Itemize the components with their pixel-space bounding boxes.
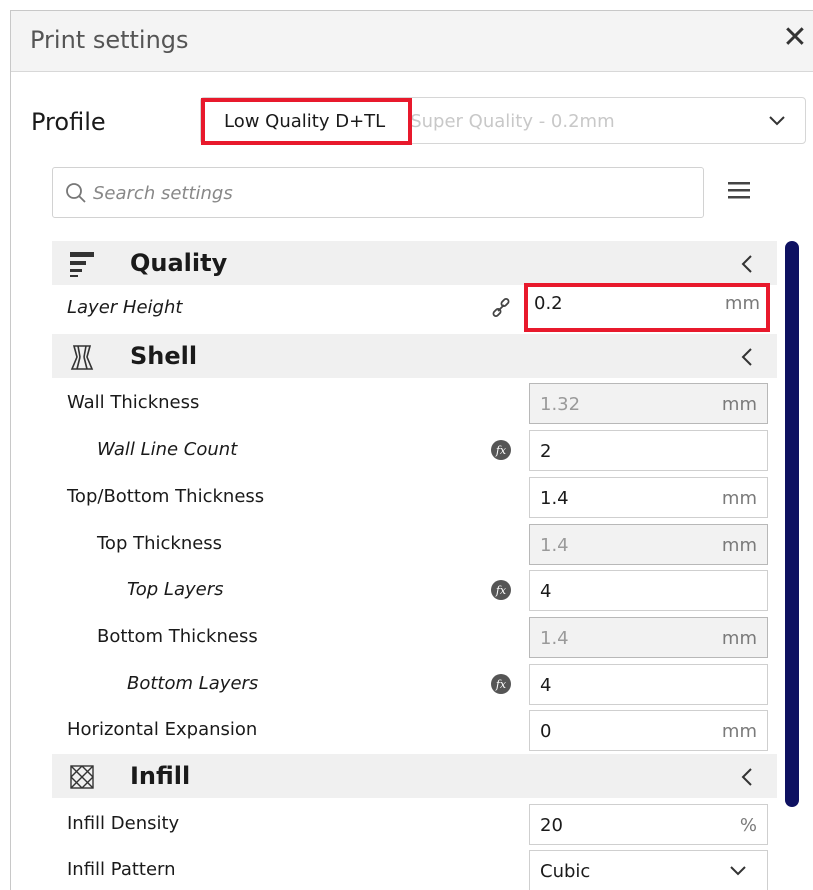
field-value: 2 (540, 441, 552, 462)
profile-dropdown[interactable]: - Super Quality - 0.2mm Low Quality D+TL (200, 97, 806, 145)
bottom-thickness-field[interactable]: 1.4 mm (529, 617, 768, 658)
setting-row-top-thickness: Top Thickness 1.4 mm (52, 521, 777, 568)
infill-pattern-dropdown[interactable]: Cubic (529, 850, 768, 890)
chevron-left-icon (741, 768, 752, 786)
bottom-layers-field[interactable]: 4 (529, 664, 768, 705)
infill-icon (70, 765, 94, 789)
field-value: Cubic (540, 861, 591, 882)
profile-current-name: Low Quality D+TL (201, 98, 412, 145)
field-value: 1.4 (540, 628, 569, 649)
panel-title: Print settings (30, 26, 189, 54)
setting-row-horizontal-expansion: Horizontal Expansion 0 mm (52, 707, 777, 754)
setting-label: Top/Bottom Thickness (67, 486, 265, 507)
chevron-down-icon (730, 866, 746, 876)
svg-text:fx: fx (495, 444, 507, 457)
shell-icon (70, 345, 94, 370)
setting-row-infill-pattern: Infill Pattern Cubic (52, 847, 777, 890)
setting-label: Infill Pattern (67, 859, 176, 880)
horizontal-expansion-field[interactable]: 0 mm (529, 710, 768, 751)
field-value: 20 (540, 815, 563, 836)
chevron-left-icon (741, 255, 752, 273)
infill-density-field[interactable]: 20 % (529, 804, 768, 845)
scrollbar[interactable] (785, 241, 799, 807)
setting-row-bottom-layers: Bottom Layers fx 4 (52, 661, 777, 708)
field-value: 1.32 (540, 394, 581, 415)
category-label: Quality (130, 249, 228, 277)
field-value: 0 (540, 721, 552, 742)
setting-row-bottom-thickness: Bottom Thickness 1.4 mm (52, 614, 777, 661)
setting-label: Infill Density (67, 813, 180, 834)
setting-row-top-layers: Top Layers fx 4 (52, 567, 777, 614)
category-label: Infill (130, 762, 191, 790)
layer-height-field[interactable]: 0.2 mm (524, 283, 770, 332)
chevron-left-icon (741, 348, 752, 366)
field-value: 1.4 (540, 535, 569, 556)
field-value: 4 (540, 581, 552, 602)
field-value: 0.2 (534, 293, 563, 314)
search-box[interactable] (52, 167, 704, 218)
setting-row-wall-thickness: Wall Thickness 1.32 mm (52, 380, 777, 427)
field-value: 1.4 (540, 488, 569, 509)
search-input[interactable] (93, 176, 683, 210)
category-label: Shell (130, 342, 198, 370)
setting-label: Horizontal Expansion (67, 719, 258, 740)
field-unit: % (739, 815, 757, 836)
setting-row-layer-height: Layer Height 0.2 mm (52, 283, 777, 332)
function-icon: fx (491, 580, 511, 600)
category-shell[interactable]: Shell (52, 334, 777, 378)
field-unit: mm (721, 394, 757, 415)
field-unit: mm (721, 628, 757, 649)
menu-icon[interactable] (727, 179, 751, 201)
svg-text:fx: fx (495, 678, 507, 691)
profile-base-name: - Super Quality - 0.2mm (398, 111, 615, 132)
setting-label: Layer Height (67, 297, 183, 318)
field-value: 4 (540, 675, 552, 696)
setting-label: Bottom Layers (127, 673, 259, 694)
category-quality[interactable]: Quality (52, 241, 777, 285)
profile-label: Profile (31, 108, 106, 136)
setting-label: Top Layers (127, 579, 224, 600)
wall-line-count-field[interactable]: 2 (529, 430, 768, 471)
setting-label: Wall Line Count (97, 439, 238, 460)
category-infill[interactable]: Infill (52, 754, 777, 798)
setting-label: Bottom Thickness (97, 626, 258, 647)
chevron-down-icon (769, 116, 785, 126)
setting-label: Top Thickness (97, 533, 223, 554)
svg-text:fx: fx (495, 584, 507, 597)
print-settings-panel: Print settings ✕ Profile - Super Quality… (10, 10, 813, 890)
top-bottom-thickness-field[interactable]: 1.4 mm (529, 477, 768, 518)
field-unit: mm (721, 721, 757, 742)
field-unit: mm (724, 293, 760, 314)
setting-row-wall-line-count: Wall Line Count fx 2 (52, 427, 777, 474)
quality-icon (70, 252, 94, 277)
close-icon[interactable]: ✕ (782, 23, 808, 53)
field-unit: mm (721, 535, 757, 556)
function-icon: fx (491, 440, 511, 460)
link-icon (492, 298, 510, 317)
title-bar: Print settings ✕ (11, 11, 813, 72)
top-thickness-field[interactable]: 1.4 mm (529, 524, 768, 565)
setting-row-top-bottom-thickness: Top/Bottom Thickness 1.4 mm (52, 474, 777, 521)
wall-thickness-field[interactable]: 1.32 mm (529, 383, 768, 424)
setting-label: Wall Thickness (67, 392, 200, 413)
field-unit: mm (721, 488, 757, 509)
top-layers-field[interactable]: 4 (529, 570, 768, 611)
function-icon: fx (491, 674, 511, 694)
setting-row-infill-density: Infill Density 20 % (52, 801, 777, 848)
search-icon (66, 183, 86, 203)
